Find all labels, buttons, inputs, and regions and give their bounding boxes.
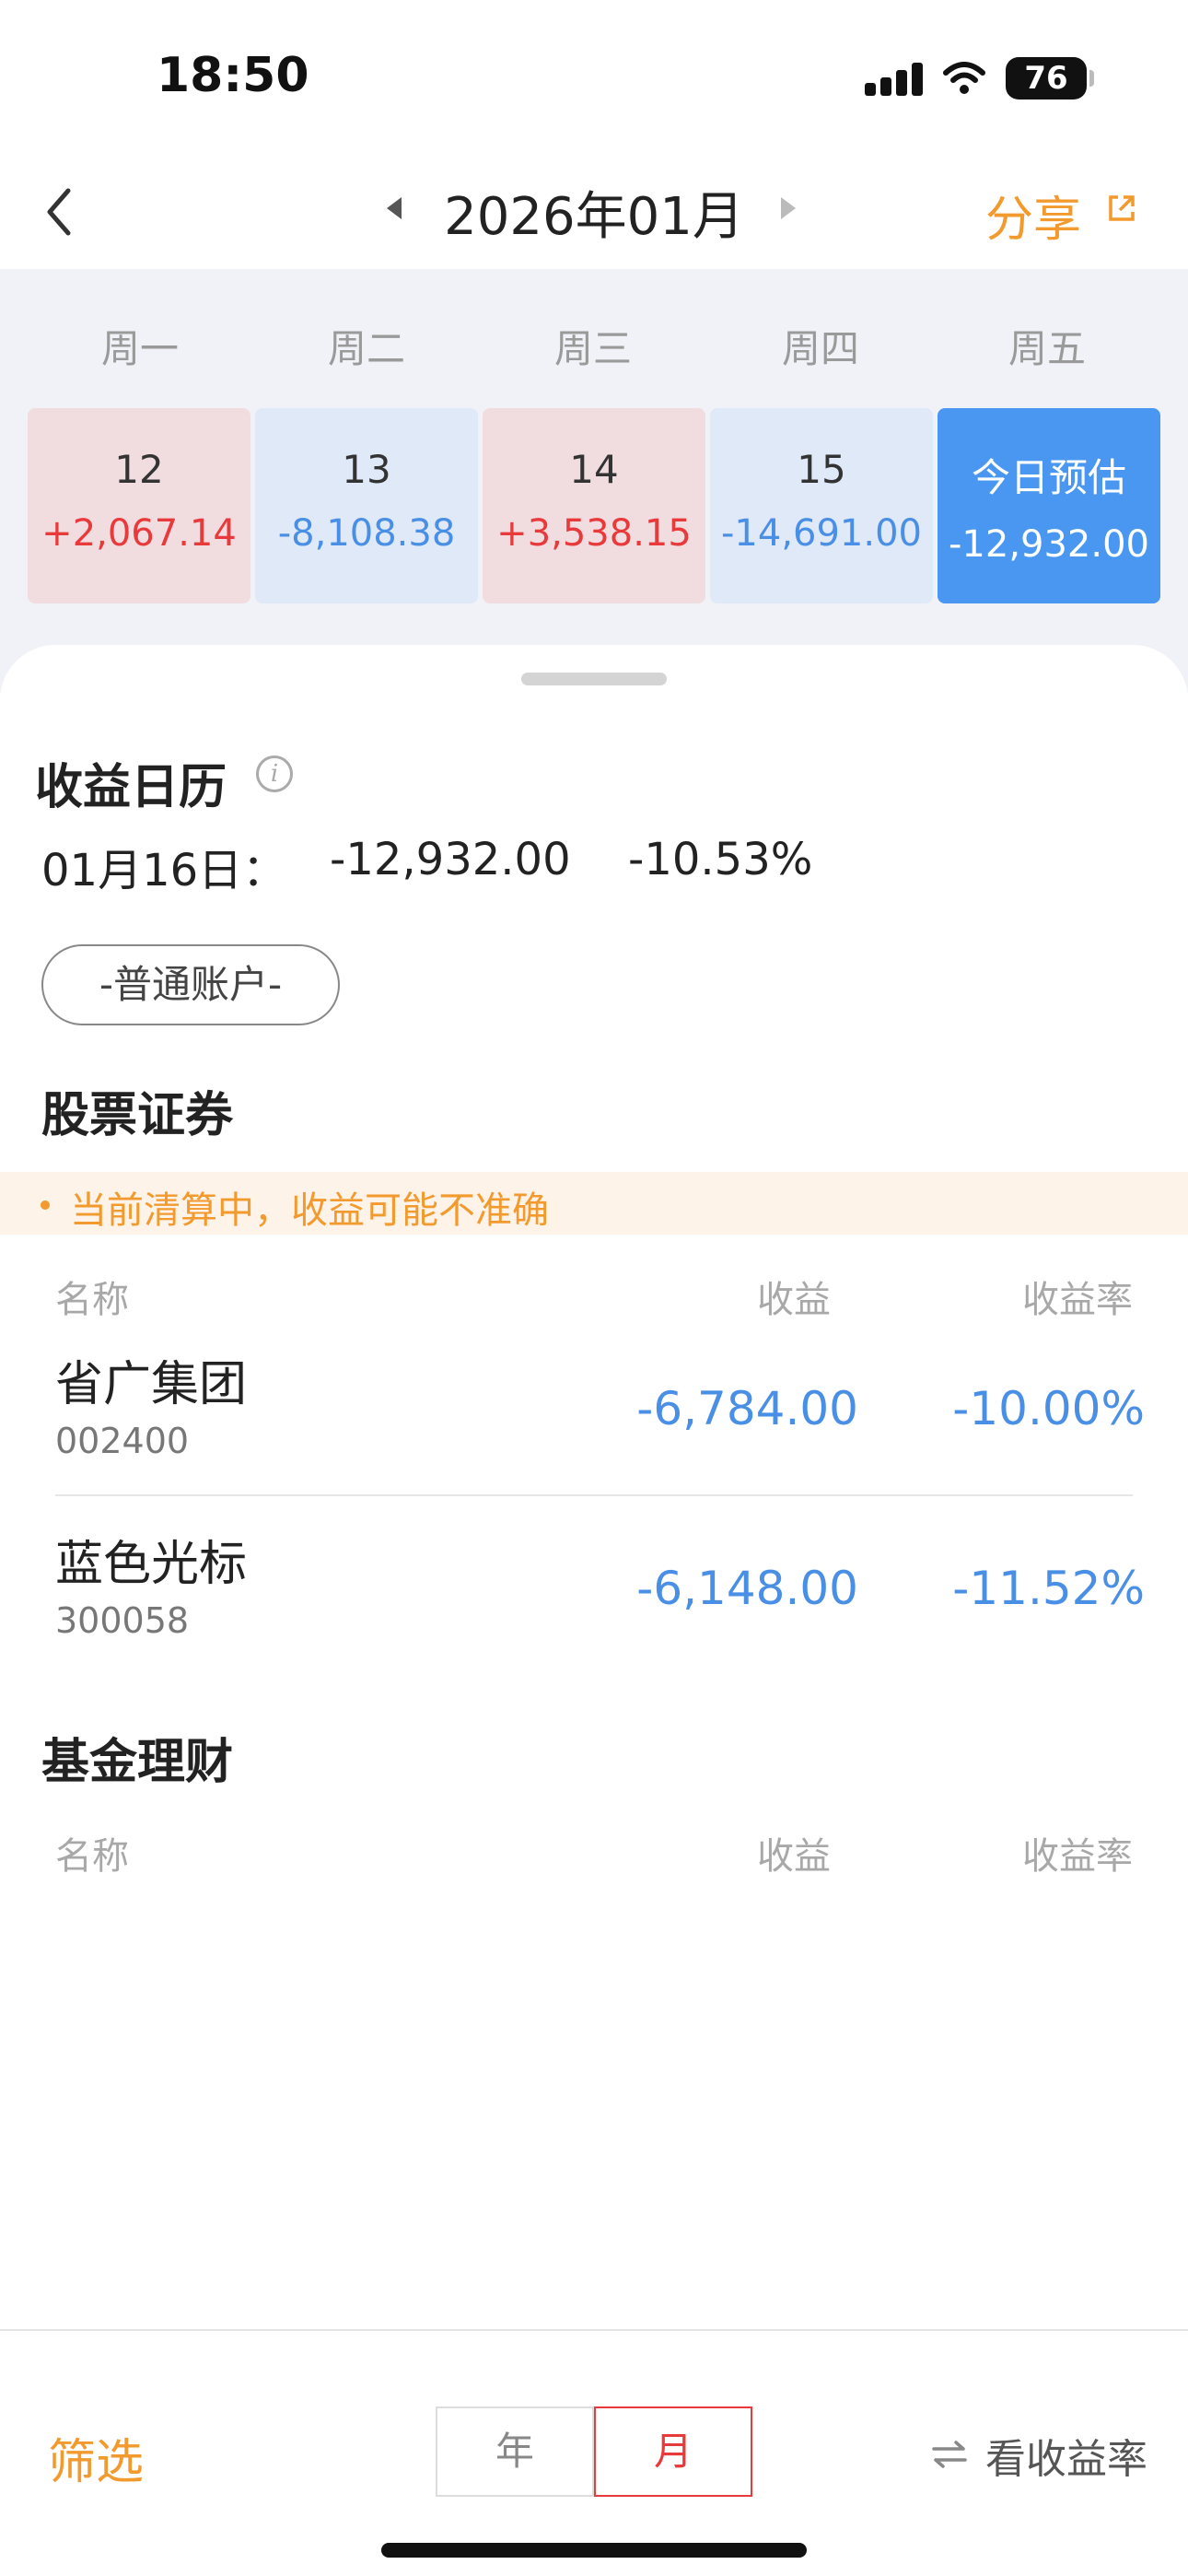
day-number: 12 (114, 447, 164, 492)
warning-dot-icon (41, 1200, 50, 1210)
day-number: 15 (797, 447, 846, 492)
table-row[interactable]: 省广集团 002400 -6,784.00 -10.00% (0, 1336, 1188, 1493)
filter-button[interactable]: 筛选 (48, 2423, 144, 2492)
day-profit: +3,538.15 (496, 512, 692, 555)
sheet-drag-handle[interactable] (521, 673, 667, 685)
swap-icon[interactable] (930, 2440, 969, 2469)
day-profit: -8,108.38 (277, 512, 456, 555)
stock-profit: -6,148.00 (636, 1562, 858, 1615)
stocks-header-rate[interactable]: 收益率 (1022, 1270, 1133, 1323)
stock-profit: -6,784.00 (636, 1382, 858, 1435)
day-card-13[interactable]: 13 -8,108.38 (255, 408, 478, 603)
weekday-tue: 周二 (327, 326, 405, 371)
info-icon[interactable]: i (256, 755, 293, 792)
stock-rate: -10.00% (952, 1382, 1145, 1435)
weekday-wed: 周三 (553, 326, 632, 371)
summary-rate: -10.53% (628, 834, 813, 885)
summary-date: 01月16日： (41, 845, 287, 896)
day-card-12[interactable]: 12 +2,067.14 (28, 408, 250, 603)
day-profit: -12,932.00 (948, 523, 1149, 566)
calendar-title: 收益日历 (35, 760, 227, 815)
funds-header-profit[interactable]: 收益 (757, 1826, 831, 1879)
tab-year[interactable]: 年 (436, 2406, 594, 2497)
day-number: 今日预估 (971, 455, 1126, 500)
status-time: 18:50 (157, 48, 309, 103)
row-divider (55, 1494, 1133, 1496)
weekday-mon: 周一 (100, 326, 179, 371)
cellular-signal-icon (865, 61, 923, 96)
wifi-icon (943, 62, 985, 94)
funds-header-rate[interactable]: 收益率 (1022, 1826, 1133, 1879)
day-number: 13 (342, 447, 391, 492)
stock-name: 蓝色光标 (55, 1537, 248, 1592)
day-profit: +2,067.14 (41, 512, 237, 555)
account-filter-button[interactable]: -普通账户- (41, 944, 340, 1025)
home-indicator[interactable] (381, 2543, 807, 2558)
tab-month[interactable]: 月 (594, 2406, 752, 2497)
share-external-icon[interactable] (1105, 192, 1138, 225)
view-rate-button[interactable]: 看收益率 (985, 2426, 1147, 2485)
next-month-icon[interactable] (781, 197, 796, 219)
status-icons: 76 (865, 57, 1094, 100)
funds-header-name: 名称 (55, 1835, 129, 1878)
stocks-header-profit[interactable]: 收益 (757, 1270, 831, 1323)
bottom-divider (0, 2329, 1188, 2331)
day-card-15[interactable]: 15 -14,691.00 (710, 408, 933, 603)
weekday-thu: 周四 (781, 326, 859, 371)
stock-code: 300058 (55, 1600, 190, 1641)
table-row[interactable]: 蓝色光标 300058 -6,148.00 -11.52% (0, 1516, 1188, 1672)
stock-name: 省广集团 (55, 1357, 248, 1412)
day-card-14[interactable]: 14 +3,538.15 (483, 408, 705, 603)
day-profit: -14,691.00 (720, 512, 922, 555)
summary-amount: -12,932.00 (330, 834, 571, 885)
stocks-header-name: 名称 (55, 1279, 129, 1321)
funds-title: 基金理财 (41, 1735, 234, 1790)
day-card-today[interactable]: 今日预估 -12,932.00 (938, 408, 1160, 603)
battery-icon: 76 (1006, 57, 1094, 100)
share-button[interactable]: 分享 (985, 181, 1081, 250)
stock-rate: -11.52% (952, 1562, 1145, 1615)
stock-code: 002400 (55, 1421, 190, 1461)
warning-text: 当前清算中，收益可能不准确 (70, 1189, 549, 1232)
weekday-fri: 周五 (1007, 326, 1086, 371)
stocks-title: 股票证券 (41, 1088, 234, 1143)
day-number: 14 (569, 447, 619, 492)
